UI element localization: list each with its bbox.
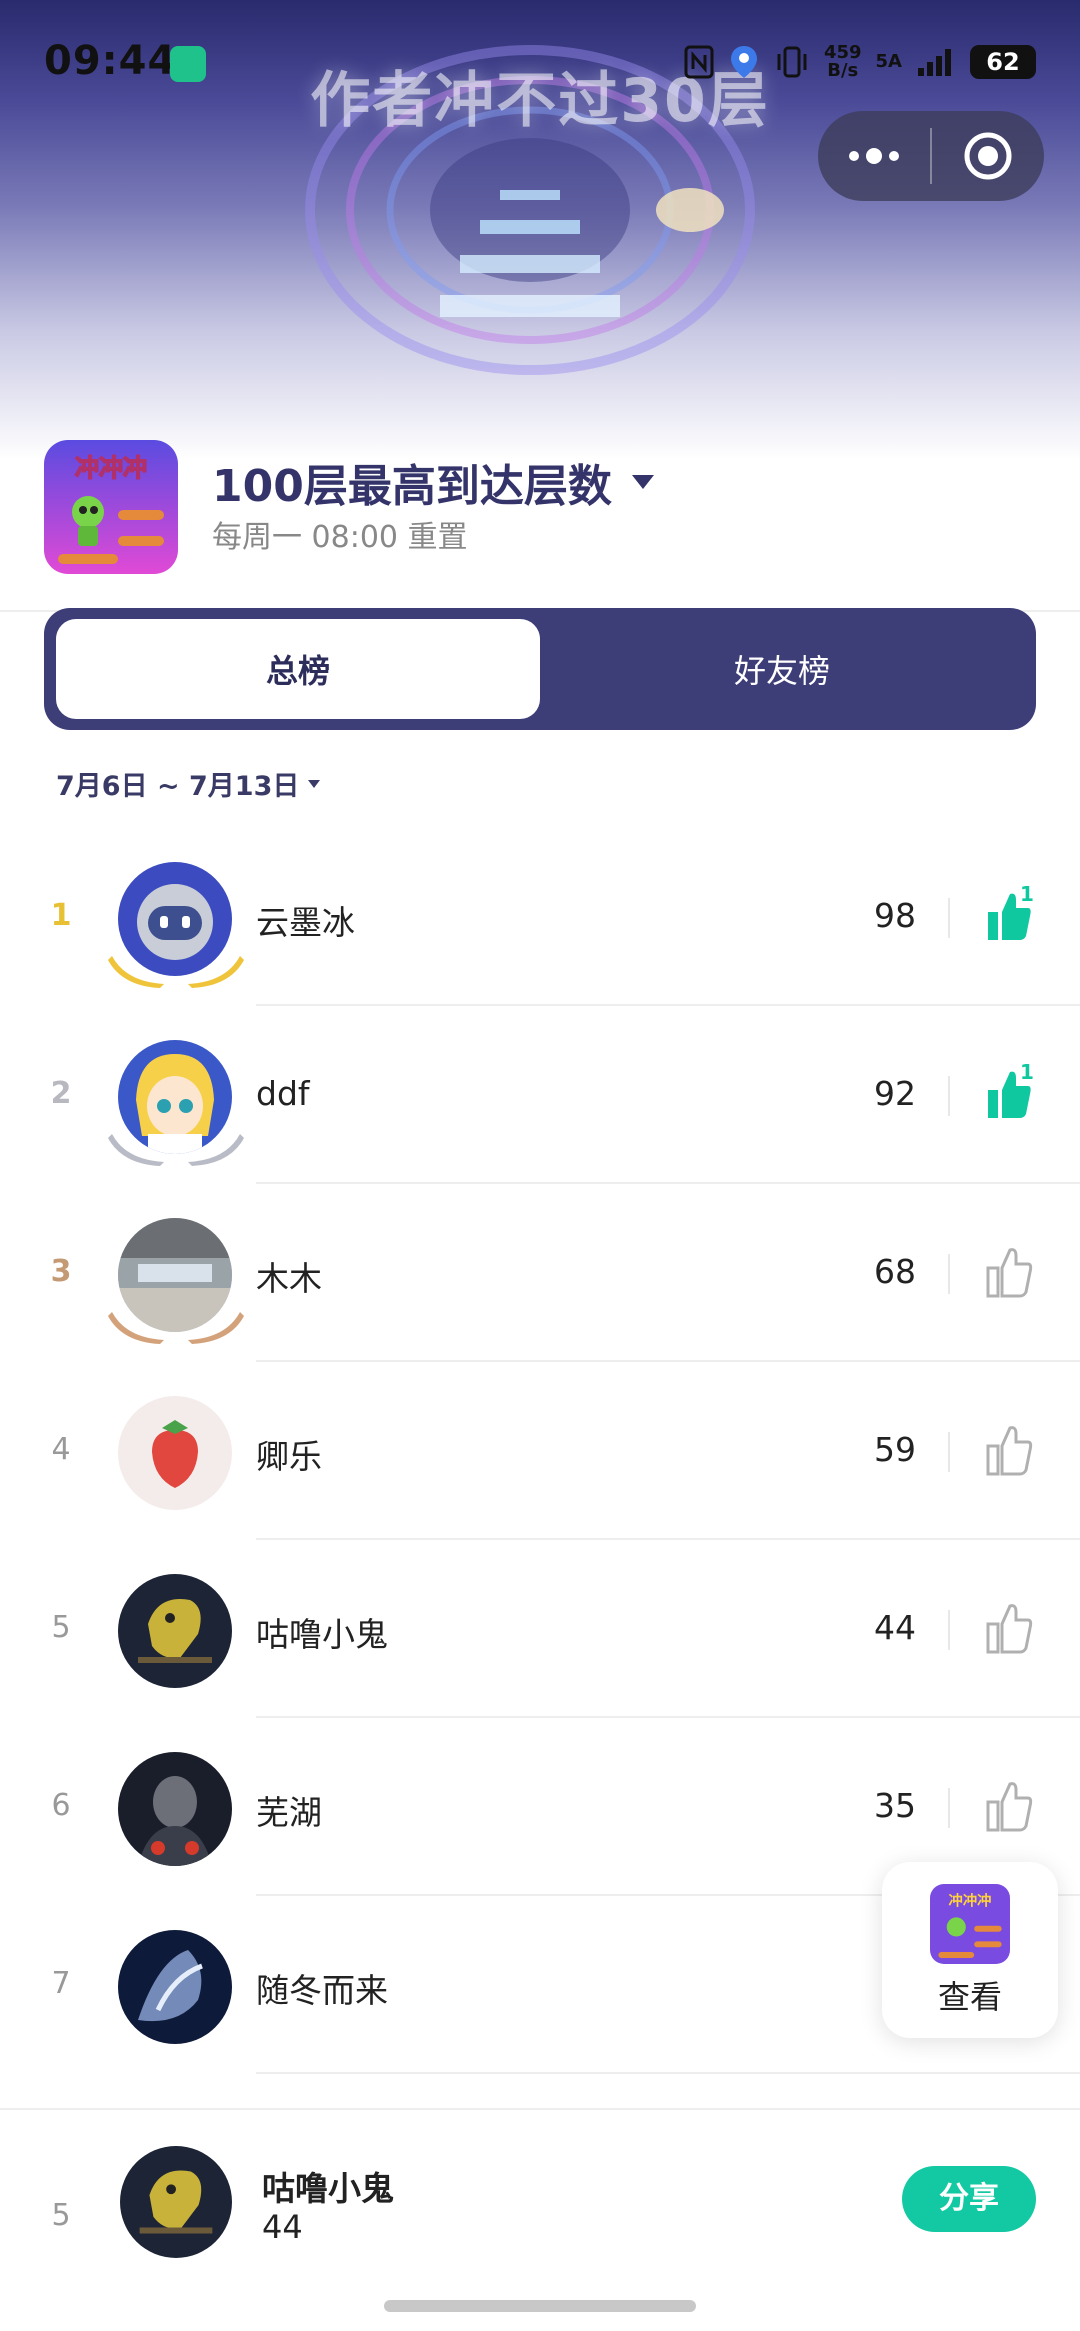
rank-number: 5: [51, 1610, 71, 1645]
avatar: [118, 1396, 232, 1510]
more-dots-icon: [849, 148, 899, 164]
avatar: [120, 2146, 232, 2258]
player-name: 芜湖: [256, 1793, 322, 1832]
caret-down-icon: [631, 475, 654, 489]
close-miniprogram-button[interactable]: [932, 111, 1044, 201]
date-range-text: 7月6日 ~ 7月13日: [56, 771, 300, 802]
player-score: 68: [874, 1252, 916, 1291]
thumbs-up-outline-icon[interactable]: [984, 1776, 1034, 1836]
gold-laurel-icon: [108, 956, 244, 988]
divider: [948, 1076, 950, 1116]
battery-indicator: 62: [970, 45, 1036, 79]
rank-number: 3: [50, 1254, 72, 1289]
miniprogram-capsule: [818, 111, 1044, 201]
divider: [948, 1254, 950, 1294]
player-name: 卿乐: [256, 1437, 322, 1476]
leaderboard-title-text: 100层最高到达层数: [212, 461, 612, 512]
view-game-card[interactable]: 冲冲冲 查看: [882, 1862, 1058, 2038]
like-count: 1: [1020, 882, 1034, 906]
vibrate-icon: [777, 46, 807, 78]
home-indicator[interactable]: [384, 2300, 696, 2312]
caret-down-icon: [308, 779, 321, 788]
list-item[interactable]: 3 木木 68: [0, 1184, 1080, 1362]
player-score: 92: [874, 1074, 916, 1113]
reset-schedule: 每周一 08:00 重置: [212, 520, 468, 555]
rank-number: 4: [51, 1432, 71, 1467]
avatar: [118, 1574, 232, 1688]
target-close-icon: [964, 132, 1012, 180]
my-rank-number: 5: [51, 2198, 71, 2233]
player-score: 59: [874, 1430, 916, 1469]
player-name: 随冬而来: [256, 1971, 388, 2010]
player-name: 云墨冰: [256, 903, 355, 942]
player-name: ddf: [256, 1074, 310, 1113]
thumbs-up-outline-icon[interactable]: [984, 1242, 1034, 1302]
status-bar: 09:44 459 B/s 5A 62: [0, 0, 1080, 120]
divider: [948, 1788, 950, 1828]
row-separator: [256, 2072, 1080, 2074]
divider: [948, 1610, 950, 1650]
svg-text:冲冲冲: 冲冲冲: [949, 1891, 992, 1909]
divider: [948, 898, 950, 938]
rank-number: 7: [51, 1966, 71, 2001]
list-item[interactable]: 1 云墨冰 98 1: [0, 828, 1080, 1006]
bronze-laurel-icon: [108, 1312, 244, 1344]
my-score: 44: [262, 2208, 303, 2246]
list-item[interactable]: 5 咕噜小鬼 44: [0, 1540, 1080, 1718]
thumbs-up-outline-icon[interactable]: [984, 1420, 1034, 1480]
game-icon: 冲冲冲: [930, 1884, 1010, 1964]
my-rank-bar: 5 咕噜小鬼 44 分享: [0, 2108, 1080, 2331]
player-score: 44: [874, 1608, 916, 1647]
player-score: 98: [874, 896, 916, 935]
signal-icon: [918, 49, 951, 76]
share-button[interactable]: 分享: [902, 2166, 1036, 2232]
my-name: 咕噜小鬼: [262, 2169, 394, 2208]
more-button[interactable]: [818, 111, 930, 201]
leaderboard-tabs: 总榜 好友榜: [44, 608, 1036, 730]
avatar: [118, 1930, 232, 2044]
list-item[interactable]: 4 卿乐 59: [0, 1362, 1080, 1540]
game-icon: 冲冲冲: [44, 440, 178, 574]
thumbs-up-outline-icon[interactable]: [984, 1598, 1034, 1658]
player-name: 木木: [256, 1259, 322, 1298]
nfc-icon: [684, 45, 714, 79]
player-score: 35: [874, 1786, 916, 1825]
mi-app-icon: [170, 46, 206, 82]
rank-number: 1: [50, 898, 72, 933]
location-icon: [730, 46, 757, 78]
view-label: 查看: [937, 1978, 1002, 2016]
list-item[interactable]: 2 ddf 92 1: [0, 1006, 1080, 1184]
player-name: 咕噜小鬼: [256, 1615, 388, 1654]
network-type: 5A: [875, 51, 902, 72]
rank-number: 2: [50, 1076, 72, 1111]
date-range-selector[interactable]: 7月6日 ~ 7月13日: [56, 764, 321, 803]
rank-number: 6: [51, 1788, 71, 1823]
avatar: [118, 1752, 232, 1866]
tab-total[interactable]: 总榜: [56, 619, 540, 719]
svg-text:冲冲冲: 冲冲冲: [75, 454, 147, 482]
network-speed: 459 B/s: [823, 42, 862, 81]
status-time: 09:44: [44, 38, 177, 84]
silver-laurel-icon: [108, 1134, 244, 1166]
divider: [948, 1432, 950, 1472]
leaderboard-title[interactable]: 100层最高到达层数: [212, 450, 656, 514]
status-icons: 459 B/s 5A 62: [684, 40, 1036, 84]
like-count: 1: [1020, 1060, 1034, 1084]
tab-friends[interactable]: 好友榜: [540, 619, 1024, 719]
